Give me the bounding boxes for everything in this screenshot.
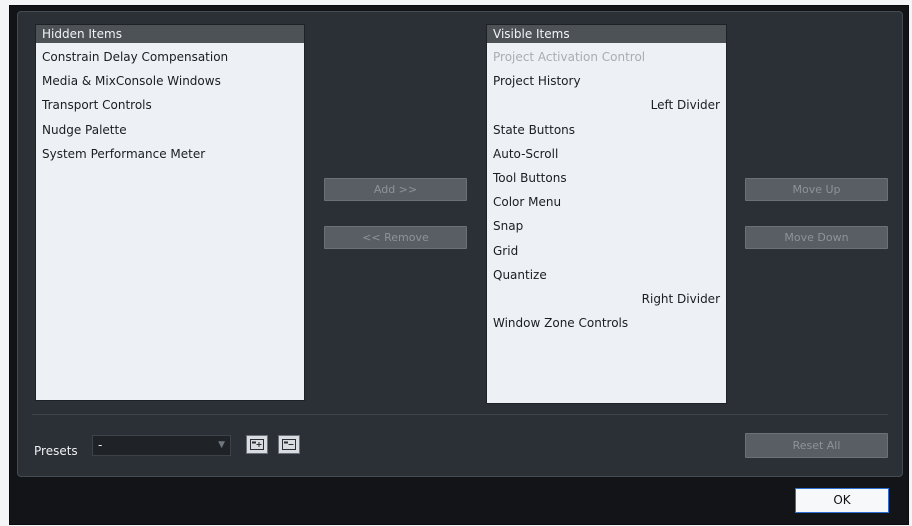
ok-button[interactable]: OK <box>795 488 889 513</box>
visible-item[interactable]: Window Zone Controls <box>487 311 726 335</box>
hidden-item[interactable]: Constrain Delay Compensation <box>36 45 304 69</box>
hidden-item[interactable]: Transport Controls <box>36 93 304 117</box>
add-button[interactable]: Add >> <box>324 178 467 201</box>
hidden-item[interactable]: Media & MixConsole Windows <box>36 69 304 93</box>
visible-item[interactable]: Left Divider <box>487 93 726 117</box>
visible-item[interactable]: Auto-Scroll <box>487 142 726 166</box>
save-preset-icon <box>250 439 264 450</box>
visible-item[interactable]: Right Divider <box>487 287 726 311</box>
presets-dropdown[interactable]: - ▼ <box>92 435 231 456</box>
hidden-items-list[interactable]: Hidden Items Constrain Delay Compensatio… <box>35 24 305 401</box>
setup-panel: Hidden Items Constrain Delay Compensatio… <box>17 11 903 477</box>
save-preset-button[interactable] <box>246 435 268 454</box>
move-up-button[interactable]: Move Up <box>745 178 888 201</box>
hidden-item[interactable]: Nudge Palette <box>36 118 304 142</box>
visible-items-list[interactable]: Visible Items Project Activation Control… <box>486 24 727 404</box>
hidden-items-header: Hidden Items <box>36 25 304 43</box>
chevron-down-icon: ▼ <box>218 440 225 450</box>
remove-preset-icon <box>282 439 296 450</box>
visible-item[interactable]: Tool Buttons <box>487 166 726 190</box>
visible-item[interactable]: State Buttons <box>487 118 726 142</box>
visible-items-header: Visible Items <box>487 25 726 43</box>
visible-item[interactable]: Grid <box>487 239 726 263</box>
move-down-button[interactable]: Move Down <box>745 226 888 249</box>
remove-button[interactable]: << Remove <box>324 226 467 249</box>
presets-value: - <box>98 438 103 452</box>
hidden-items: Constrain Delay Compensation Media & MixC… <box>36 43 304 166</box>
remove-preset-button[interactable] <box>278 435 300 454</box>
visible-items: Project Activation Control Project Histor… <box>487 43 726 335</box>
reset-all-button[interactable]: Reset All <box>745 433 888 458</box>
visible-item[interactable]: Project Activation Control <box>487 45 726 69</box>
visible-item[interactable]: Project History <box>487 69 726 93</box>
visible-item[interactable]: Quantize <box>487 263 726 287</box>
visible-item[interactable]: Snap <box>487 214 726 238</box>
presets-label: Presets <box>34 444 78 458</box>
separator <box>32 414 888 415</box>
hidden-item[interactable]: System Performance Meter <box>36 142 304 166</box>
visible-item[interactable]: Color Menu <box>487 190 726 214</box>
